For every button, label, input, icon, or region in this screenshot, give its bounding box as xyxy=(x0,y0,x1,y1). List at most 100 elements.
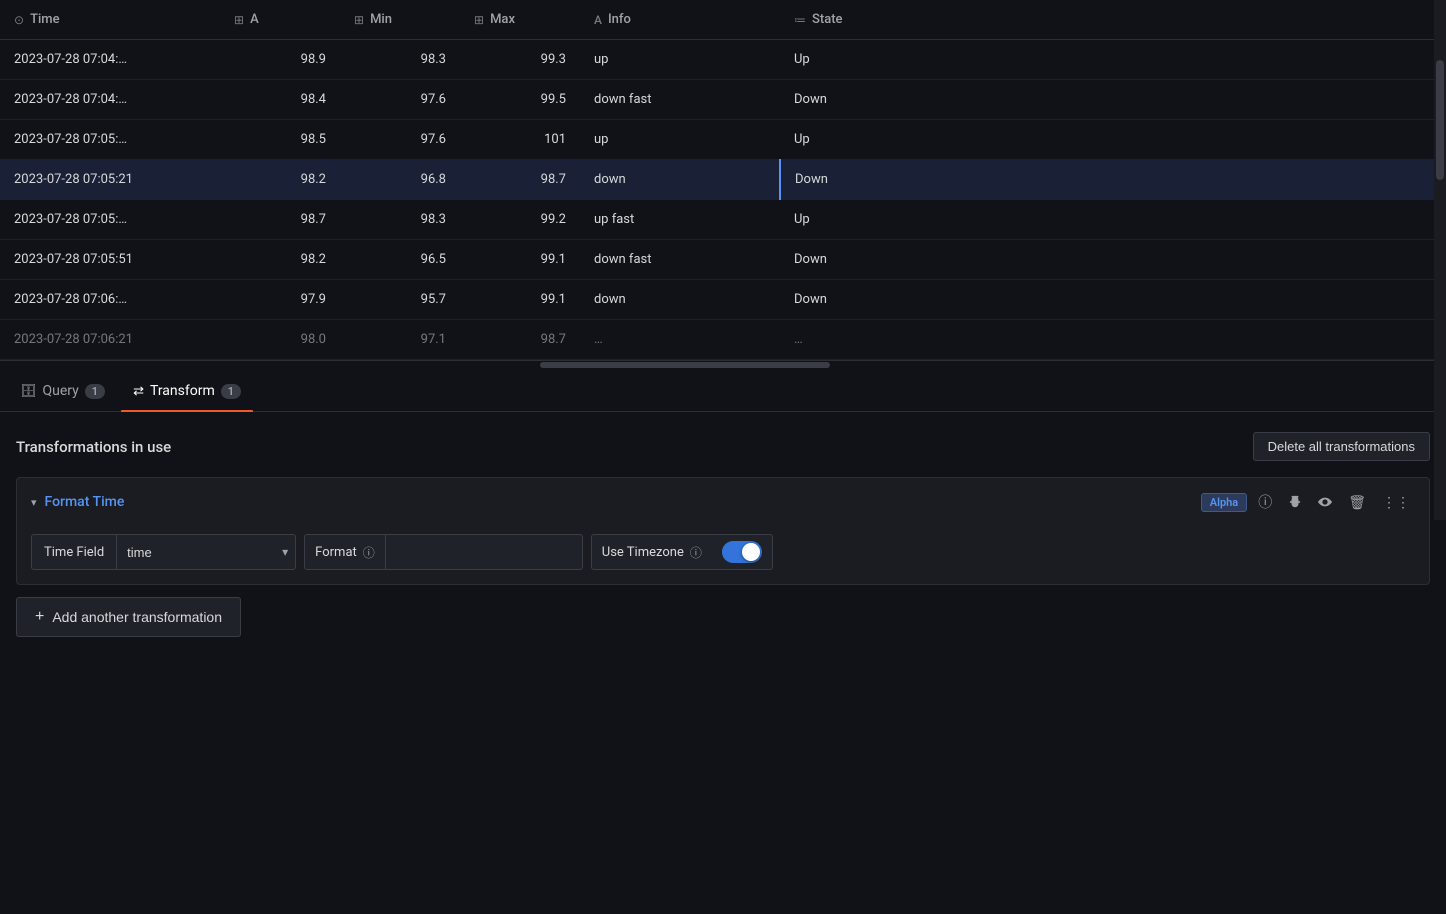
transformation-name-label[interactable]: Format Time xyxy=(45,494,125,510)
table-cell: 97.6 xyxy=(340,80,460,120)
col-header-max[interactable]: ⊞ Max xyxy=(460,0,580,40)
vertical-scrollbar-thumb xyxy=(1436,60,1444,180)
timezone-label-text: Use Timezone xyxy=(602,545,684,560)
horizontal-scrollbar[interactable] xyxy=(0,361,1446,369)
table-row: 2023-07-28 07:06:2198.097.198.7…… xyxy=(0,320,1446,360)
info-col-icon: A xyxy=(594,13,602,27)
time-field-group: Time Field time timestamp date xyxy=(31,534,296,570)
table-cell: 2023-07-28 07:06:21 xyxy=(0,320,220,360)
format-group: Format ⓘ xyxy=(304,534,583,570)
time-field-label: Time Field xyxy=(31,534,116,570)
table-cell: down fast xyxy=(580,80,780,120)
add-transformation-button[interactable]: + Add another transformation xyxy=(16,597,241,637)
col-header-a[interactable]: ⊞ A xyxy=(220,0,340,40)
table-cell: 99.2 xyxy=(460,200,580,240)
col-header-time-label: Time xyxy=(30,12,60,27)
table-row: 2023-07-28 07:05:…98.597.6101upUp xyxy=(0,120,1446,160)
table-cell: Down xyxy=(780,280,1446,320)
a-col-icon: ⊞ xyxy=(234,13,244,27)
table-cell: 97.9 xyxy=(220,280,340,320)
table-cell: 96.5 xyxy=(340,240,460,280)
col-header-state[interactable]: ≔ State xyxy=(780,0,1446,40)
table-row: 2023-07-28 07:05:5198.296.599.1down fast… xyxy=(0,240,1446,280)
table-row: 2023-07-28 07:04:…98.497.699.5down fastD… xyxy=(0,80,1446,120)
table-cell: Down xyxy=(780,80,1446,120)
tab-transform[interactable]: ⇄ Transform 1 xyxy=(121,369,253,411)
add-transformation-label: Add another transformation xyxy=(52,609,222,625)
table-cell: 99.5 xyxy=(460,80,580,120)
timezone-toggle[interactable] xyxy=(722,541,762,563)
timezone-info-icon[interactable]: ⓘ xyxy=(690,544,702,561)
table-cell: Up xyxy=(780,200,1446,240)
table-cell: … xyxy=(580,320,780,360)
data-table: ⊙ Time ⊞ A ⊞ Min xyxy=(0,0,1446,360)
transformation-info-button[interactable]: ⓘ xyxy=(1253,488,1277,516)
table-cell: 98.4 xyxy=(220,80,340,120)
col-header-min[interactable]: ⊞ Min xyxy=(340,0,460,40)
table-cell: 99.1 xyxy=(460,280,580,320)
col-header-info-label: Info xyxy=(608,12,631,27)
table-row: 2023-07-28 07:05:…98.798.399.2up fastUp xyxy=(0,200,1446,240)
max-col-icon: ⊞ xyxy=(474,13,484,27)
table-cell: 97.6 xyxy=(340,120,460,160)
table-cell: Up xyxy=(780,40,1446,80)
transformation-body: Time Field time timestamp date Format ⓘ xyxy=(17,526,1429,584)
table-cell: 2023-07-28 07:05:… xyxy=(0,200,220,240)
vertical-scrollbar[interactable] xyxy=(1434,0,1446,520)
table-cell: 96.8 xyxy=(340,160,460,200)
tabs-row: 🗄 Query 1 ⇄ Transform 1 xyxy=(0,369,1446,412)
min-col-icon: ⊞ xyxy=(354,13,364,27)
table-cell: 98.2 xyxy=(220,240,340,280)
table-cell: 2023-07-28 07:05:51 xyxy=(0,240,220,280)
collapse-chevron-icon[interactable]: ▾ xyxy=(31,496,37,509)
format-info-icon[interactable]: ⓘ xyxy=(363,544,375,561)
transformation-item-format-time: ▾ Format Time Alpha ⓘ 🗑 ⋮⋮ xyxy=(16,477,1430,585)
table-cell: 2023-07-28 07:04:… xyxy=(0,40,220,80)
table-cell: 98.7 xyxy=(460,160,580,200)
timezone-toggle-wrapper xyxy=(712,534,773,570)
table-cell: 2023-07-28 07:04:… xyxy=(0,80,220,120)
transform-tab-badge: 1 xyxy=(221,384,241,399)
scrollbar-track xyxy=(540,362,830,368)
timezone-label: Use Timezone ⓘ xyxy=(591,534,712,570)
transform-panel-header: Transformations in use Delete all transf… xyxy=(16,432,1430,461)
delete-all-transformations-button[interactable]: Delete all transformations xyxy=(1253,432,1430,461)
transformation-drag-button[interactable]: ⋮⋮ xyxy=(1377,490,1415,515)
table-cell: 95.7 xyxy=(340,280,460,320)
format-label-text: Format xyxy=(315,545,357,560)
transformation-item-right: Alpha ⓘ 🗑 ⋮⋮ xyxy=(1201,488,1415,516)
table-cell: 2023-07-28 07:05:21 xyxy=(0,160,220,200)
col-header-state-label: State xyxy=(812,12,843,27)
table-cell: 98.2 xyxy=(220,160,340,200)
col-header-time[interactable]: ⊙ Time xyxy=(0,0,220,40)
table-cell: 98.3 xyxy=(340,40,460,80)
tab-query[interactable]: 🗄 Query 1 xyxy=(8,369,117,411)
plus-icon: + xyxy=(35,608,44,626)
table-cell: Down xyxy=(780,160,1446,200)
table-cell: up xyxy=(580,120,780,160)
format-input[interactable] xyxy=(385,534,583,570)
table-cell: down xyxy=(580,280,780,320)
transformation-delete-button[interactable]: 🗑 xyxy=(1343,490,1371,515)
table-cell: up xyxy=(580,40,780,80)
transformation-debug-button[interactable] xyxy=(1283,491,1307,513)
transformation-item-left: ▾ Format Time xyxy=(31,494,124,510)
table-cell: 98.0 xyxy=(220,320,340,360)
col-header-info[interactable]: A Info xyxy=(580,0,780,40)
alpha-badge: Alpha xyxy=(1201,493,1247,512)
table-row: 2023-07-28 07:05:2198.296.898.7downDown xyxy=(0,160,1446,200)
transform-tab-label: Transform xyxy=(150,383,215,399)
table-cell: 101 xyxy=(460,120,580,160)
table-cell: 99.1 xyxy=(460,240,580,280)
table-cell: 98.7 xyxy=(220,200,340,240)
transform-panel: Transformations in use Delete all transf… xyxy=(0,412,1446,653)
use-timezone-group: Use Timezone ⓘ xyxy=(591,534,773,570)
query-tab-icon: 🗄 xyxy=(20,384,37,399)
table-cell: 98.9 xyxy=(220,40,340,80)
table-cell: down xyxy=(580,160,780,200)
data-table-container: ⊙ Time ⊞ A ⊞ Min xyxy=(0,0,1446,361)
table-cell: 98.3 xyxy=(340,200,460,240)
transformation-hide-button[interactable] xyxy=(1313,491,1337,513)
table-header-row: ⊙ Time ⊞ A ⊞ Min xyxy=(0,0,1446,40)
time-field-select[interactable]: time timestamp date xyxy=(116,534,296,570)
